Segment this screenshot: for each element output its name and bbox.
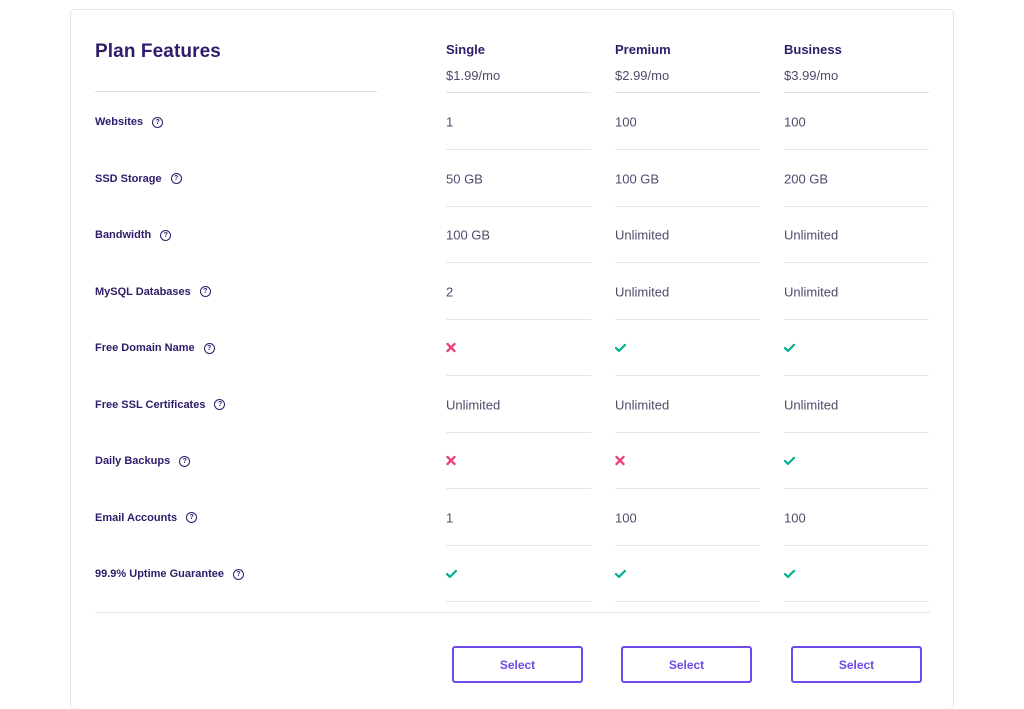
plan-price: $2.99/mo [615, 68, 670, 83]
feature-value: 2 [446, 284, 454, 299]
feature-label-text: Websites [95, 116, 144, 128]
feature-value: 100 GB [446, 227, 491, 243]
plan-price: $3.99/mo [784, 68, 839, 83]
feature-value: Unlimited [784, 284, 839, 299]
plan-divider [615, 92, 760, 93]
feature-label: Email Accounts? [95, 511, 198, 524]
question-circle-icon[interactable]: ? [214, 399, 226, 410]
feature-value: 1 [446, 114, 454, 130]
feature-label: Daily Backups? [95, 455, 191, 467]
plan-header-business: Business $3.99/mo [784, 42, 929, 93]
feature-value: 100 GB [615, 171, 660, 186]
check-icon [614, 341, 627, 356]
question-circle-icon[interactable]: ? [170, 173, 182, 184]
question-circle-icon[interactable]: ? [199, 286, 211, 297]
feature-label: MySQL Databases? [95, 286, 211, 298]
feature-value: 100 [615, 510, 637, 525]
feature-value: 50 GB [446, 171, 483, 186]
feature-label-text: Email Accounts [95, 511, 178, 524]
title-divider [95, 91, 377, 92]
feature-label-text: Daily Backups [95, 455, 171, 467]
question-circle-icon[interactable]: ? [160, 229, 172, 241]
feature-label: 99.9% Uptime Guarantee? [95, 568, 244, 580]
feature-value: Unlimited [615, 284, 670, 299]
table-row: Free SSL Certificates? Unlimited Unlimited… [95, 377, 930, 433]
cross-icon [446, 341, 456, 356]
plan-header-premium: Premium $2.99/mo [615, 42, 760, 93]
feature-label: Bandwidth? [95, 229, 172, 241]
select-premium-button[interactable]: Select [621, 646, 752, 683]
row-divider [615, 601, 760, 602]
question-circle-icon[interactable]: ? [152, 116, 164, 128]
table-row: Email Accounts? 1 100 100 [95, 490, 930, 546]
question-circle-icon[interactable]: ? [233, 568, 244, 580]
feature-label-text: MySQL Databases [95, 285, 191, 298]
table-row: Free Domain Name? [95, 320, 930, 376]
feature-value: Unlimited [615, 227, 670, 243]
check-icon [783, 567, 796, 582]
table-row: MySQL Databases? 2 Unlimited Unlimited [95, 264, 930, 320]
feature-value: 200 GB [784, 171, 829, 186]
plan-divider [784, 92, 929, 93]
feature-label-text: SSD Storage [95, 172, 162, 185]
check-icon [445, 567, 458, 582]
feature-value: 100 [784, 510, 806, 525]
feature-label-text: Bandwidth [95, 229, 152, 241]
feature-label: Websites? [95, 116, 164, 128]
select-single-button[interactable]: Select [452, 646, 583, 683]
table-row: SSD Storage? 50 GB 100 GB 200 GB [95, 151, 930, 207]
check-icon [783, 454, 796, 469]
cross-icon [615, 454, 625, 469]
feature-label: Free Domain Name? [95, 342, 215, 354]
feature-value: 100 [615, 114, 637, 130]
question-circle-icon[interactable]: ? [203, 342, 215, 354]
question-circle-icon[interactable]: ? [186, 512, 198, 523]
cross-icon [446, 454, 456, 469]
feature-label-text: 99.9% Uptime Guarantee [95, 568, 224, 580]
plan-divider [446, 92, 591, 93]
feature-label-text: Free Domain Name [95, 342, 195, 354]
table-row: Daily Backups? [95, 433, 930, 489]
plan-name: Premium [615, 42, 671, 57]
question-circle-icon[interactable]: ? [179, 455, 191, 467]
check-icon [783, 341, 796, 356]
feature-label-text: Free SSL Certificates [95, 398, 206, 411]
plan-header-single: Single $1.99/mo [446, 42, 591, 93]
row-divider [784, 601, 929, 602]
feature-value: Unlimited [615, 397, 670, 412]
select-business-button[interactable]: Select [791, 646, 922, 683]
page-title: Plan Features [95, 41, 221, 62]
row-divider [446, 601, 591, 602]
plan-price: $1.99/mo [446, 68, 501, 83]
feature-value: 100 [784, 114, 806, 130]
plan-name: Business [784, 42, 842, 57]
table-row: Websites? 1 100 100 [95, 94, 930, 150]
table-footer-divider [95, 612, 930, 613]
table-row: Bandwidth? 100 GB Unlimited Unlimited [95, 207, 930, 263]
feature-label: Free SSL Certificates? [95, 398, 226, 411]
check-icon [614, 567, 627, 582]
feature-label: SSD Storage? [95, 173, 182, 185]
plan-name: Single [446, 42, 486, 57]
feature-value: Unlimited [784, 397, 839, 412]
feature-value: Unlimited [784, 227, 839, 243]
feature-value: Unlimited [446, 397, 501, 412]
table-row: 99.9% Uptime Guarantee? [95, 546, 930, 602]
feature-value: 1 [446, 510, 454, 525]
